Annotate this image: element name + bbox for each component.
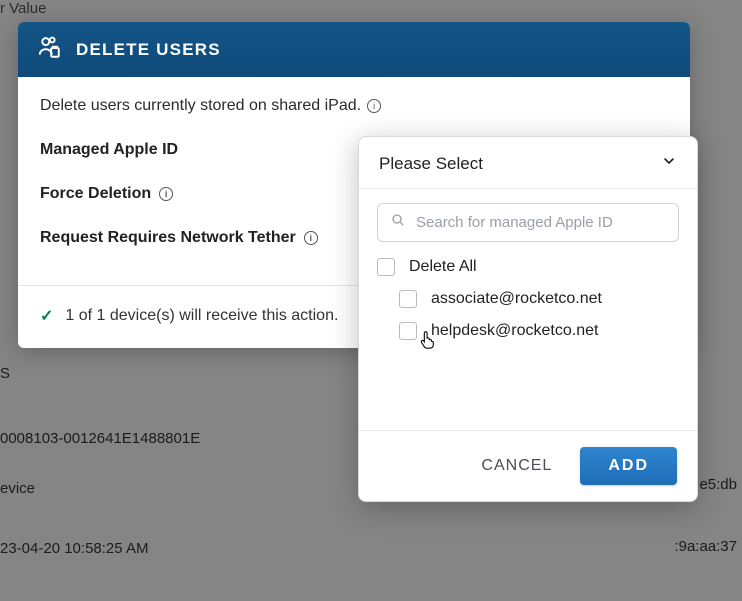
field-label: Force Deletion [40, 185, 151, 203]
option-label: Delete All [409, 258, 477, 276]
option-label: associate@rocketco.net [431, 290, 602, 308]
dialog-header: DELETE USERS [18, 22, 690, 77]
info-icon[interactable]: i [304, 231, 318, 245]
status-text: 1 of 1 device(s) will receive this actio… [65, 307, 338, 325]
chevron-down-icon [661, 153, 677, 174]
search-input-wrapper[interactable] [377, 203, 679, 242]
popover-header[interactable]: Please Select [359, 137, 697, 188]
info-icon[interactable]: i [159, 187, 173, 201]
option-row[interactable]: helpdesk@rocketco.net [377, 322, 679, 340]
checkbox[interactable] [399, 290, 417, 308]
dialog-title: DELETE USERS [76, 40, 221, 60]
field-label: Managed Apple ID [40, 141, 178, 159]
apple-id-select-popover: Please Select Delete All associate@rocke… [358, 136, 698, 502]
option-delete-all[interactable]: Delete All [377, 258, 679, 276]
dialog-description: Delete users currently stored on shared … [40, 97, 361, 115]
checkbox[interactable] [377, 258, 395, 276]
option-list: Delete All associate@rocketco.net helpde… [377, 258, 679, 340]
checkbox[interactable] [399, 322, 417, 340]
popover-footer: CANCEL ADD [359, 430, 697, 501]
cancel-button[interactable]: CANCEL [475, 449, 558, 483]
users-delete-icon [36, 34, 62, 65]
search-input[interactable] [416, 214, 666, 231]
field-label: Request Requires Network Tether [40, 229, 296, 247]
option-label: helpdesk@rocketco.net [431, 322, 598, 340]
search-icon [390, 212, 406, 233]
info-icon[interactable]: i [367, 99, 381, 113]
check-icon: ✓ [40, 306, 53, 326]
option-row[interactable]: associate@rocketco.net [377, 290, 679, 308]
add-button[interactable]: ADD [580, 447, 677, 485]
popover-title: Please Select [379, 154, 483, 174]
